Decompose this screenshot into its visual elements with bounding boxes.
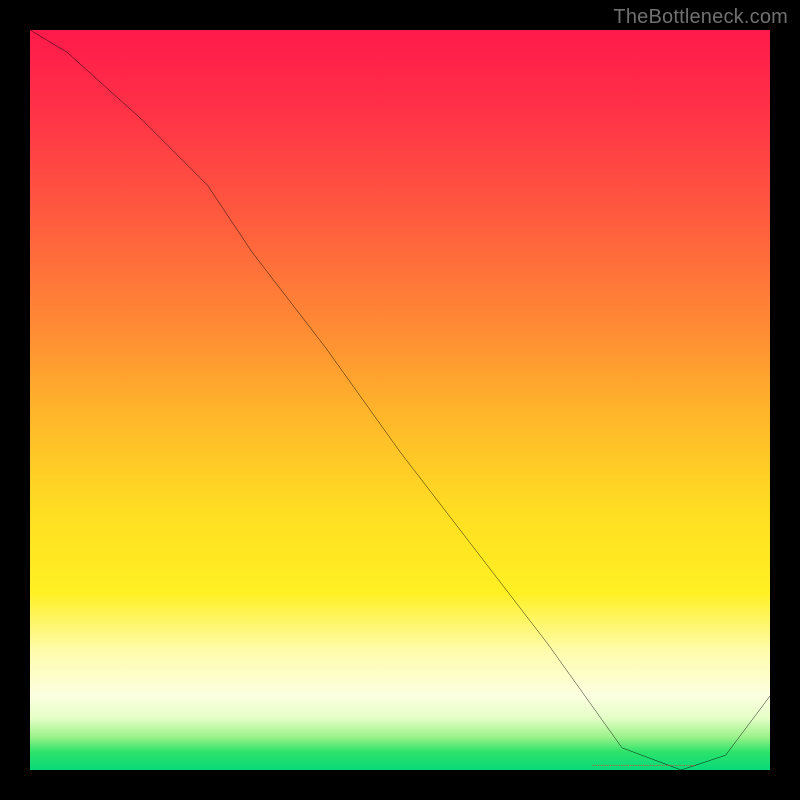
chart-plot-area	[30, 30, 770, 770]
chart-curve	[30, 30, 770, 770]
watermark-label: TheBottleneck.com	[613, 6, 788, 29]
